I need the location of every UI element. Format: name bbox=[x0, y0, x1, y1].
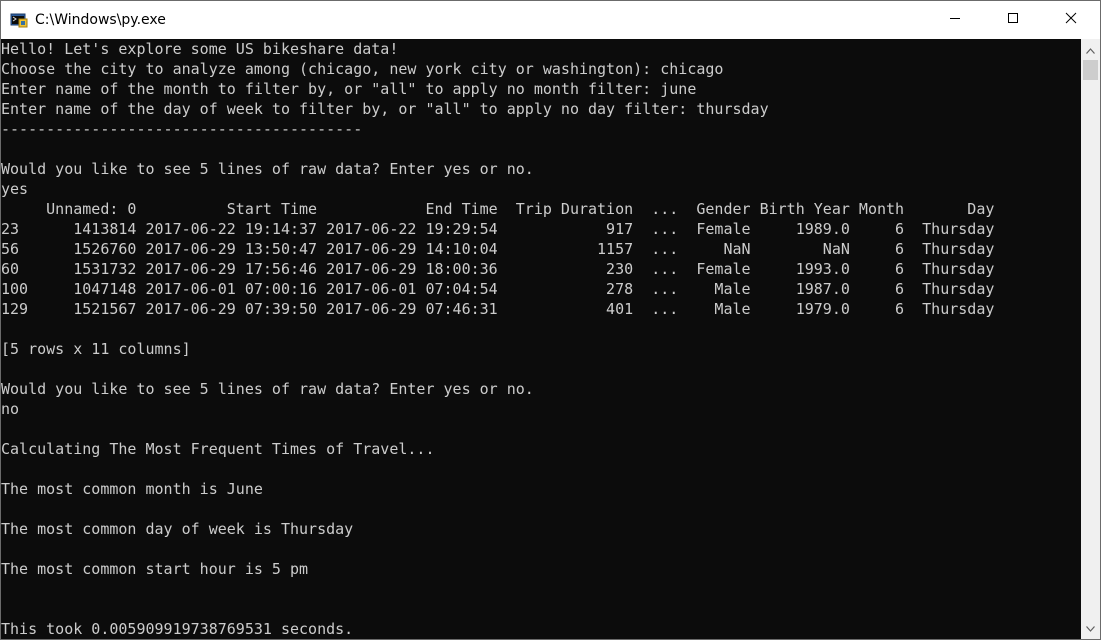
console-window: C:\Windows\py.exe Hello! Let's explore s… bbox=[0, 0, 1101, 640]
scroll-down-arrow-icon bbox=[1086, 619, 1095, 637]
console-output[interactable]: Hello! Let's explore some US bikeshare d… bbox=[1, 39, 1081, 639]
minimize-button[interactable] bbox=[926, 1, 984, 39]
console-line: [5 rows x 11 columns] bbox=[1, 340, 191, 358]
console-line: Calculating The Most Frequent Times of T… bbox=[1, 440, 435, 458]
close-icon bbox=[1065, 11, 1077, 29]
console-line: The most common day of week is Thursday bbox=[1, 520, 354, 538]
title-bar[interactable]: C:\Windows\py.exe bbox=[1, 1, 1100, 39]
console-text: Hello! Let's explore some US bikeshare d… bbox=[1, 39, 1081, 639]
vertical-scrollbar[interactable] bbox=[1081, 39, 1100, 639]
python-console-icon bbox=[10, 12, 28, 28]
scroll-up-button[interactable] bbox=[1081, 41, 1100, 59]
console-line: 56 1526760 2017-06-29 13:50:47 2017-06-2… bbox=[1, 240, 995, 258]
console-line: no bbox=[1, 400, 20, 418]
console-line: The most common start hour is 5 pm bbox=[1, 560, 309, 578]
scroll-down-button[interactable] bbox=[1081, 619, 1100, 637]
console-line: Enter name of the month to filter by, or… bbox=[1, 80, 697, 98]
console-line: The most common month is June bbox=[1, 480, 263, 498]
console-line: Would you like to see 5 lines of raw dat… bbox=[1, 160, 534, 178]
console-line: This took 0.005909919738769531 seconds. bbox=[1, 620, 354, 638]
console-line: 100 1047148 2017-06-01 07:00:16 2017-06-… bbox=[1, 280, 995, 298]
scrollbar-thumb[interactable] bbox=[1083, 60, 1098, 80]
console-line: Choose the city to analyze among (chicag… bbox=[1, 60, 724, 78]
scroll-up-arrow-icon bbox=[1086, 41, 1095, 59]
console-line: ---------------------------------------- bbox=[1, 120, 363, 138]
console-line: Hello! Let's explore some US bikeshare d… bbox=[1, 40, 399, 58]
console-line: 129 1521567 2017-06-29 07:39:50 2017-06-… bbox=[1, 300, 995, 318]
window-title: C:\Windows\py.exe bbox=[35, 12, 166, 28]
close-button[interactable] bbox=[1042, 1, 1100, 39]
maximize-icon bbox=[1007, 11, 1019, 29]
minimize-icon bbox=[949, 11, 961, 29]
caption-buttons bbox=[926, 1, 1100, 39]
console-line: yes bbox=[1, 180, 29, 198]
console-line: Would you like to see 5 lines of raw dat… bbox=[1, 380, 534, 398]
console-line: Unnamed: 0 Start Time End Time Trip Dura… bbox=[1, 200, 995, 218]
console-line: 60 1531732 2017-06-29 17:56:46 2017-06-2… bbox=[1, 260, 995, 278]
console-line: Enter name of the day of week to filter … bbox=[1, 100, 769, 118]
maximize-button[interactable] bbox=[984, 1, 1042, 39]
console-line: 23 1413814 2017-06-22 19:14:37 2017-06-2… bbox=[1, 220, 995, 238]
